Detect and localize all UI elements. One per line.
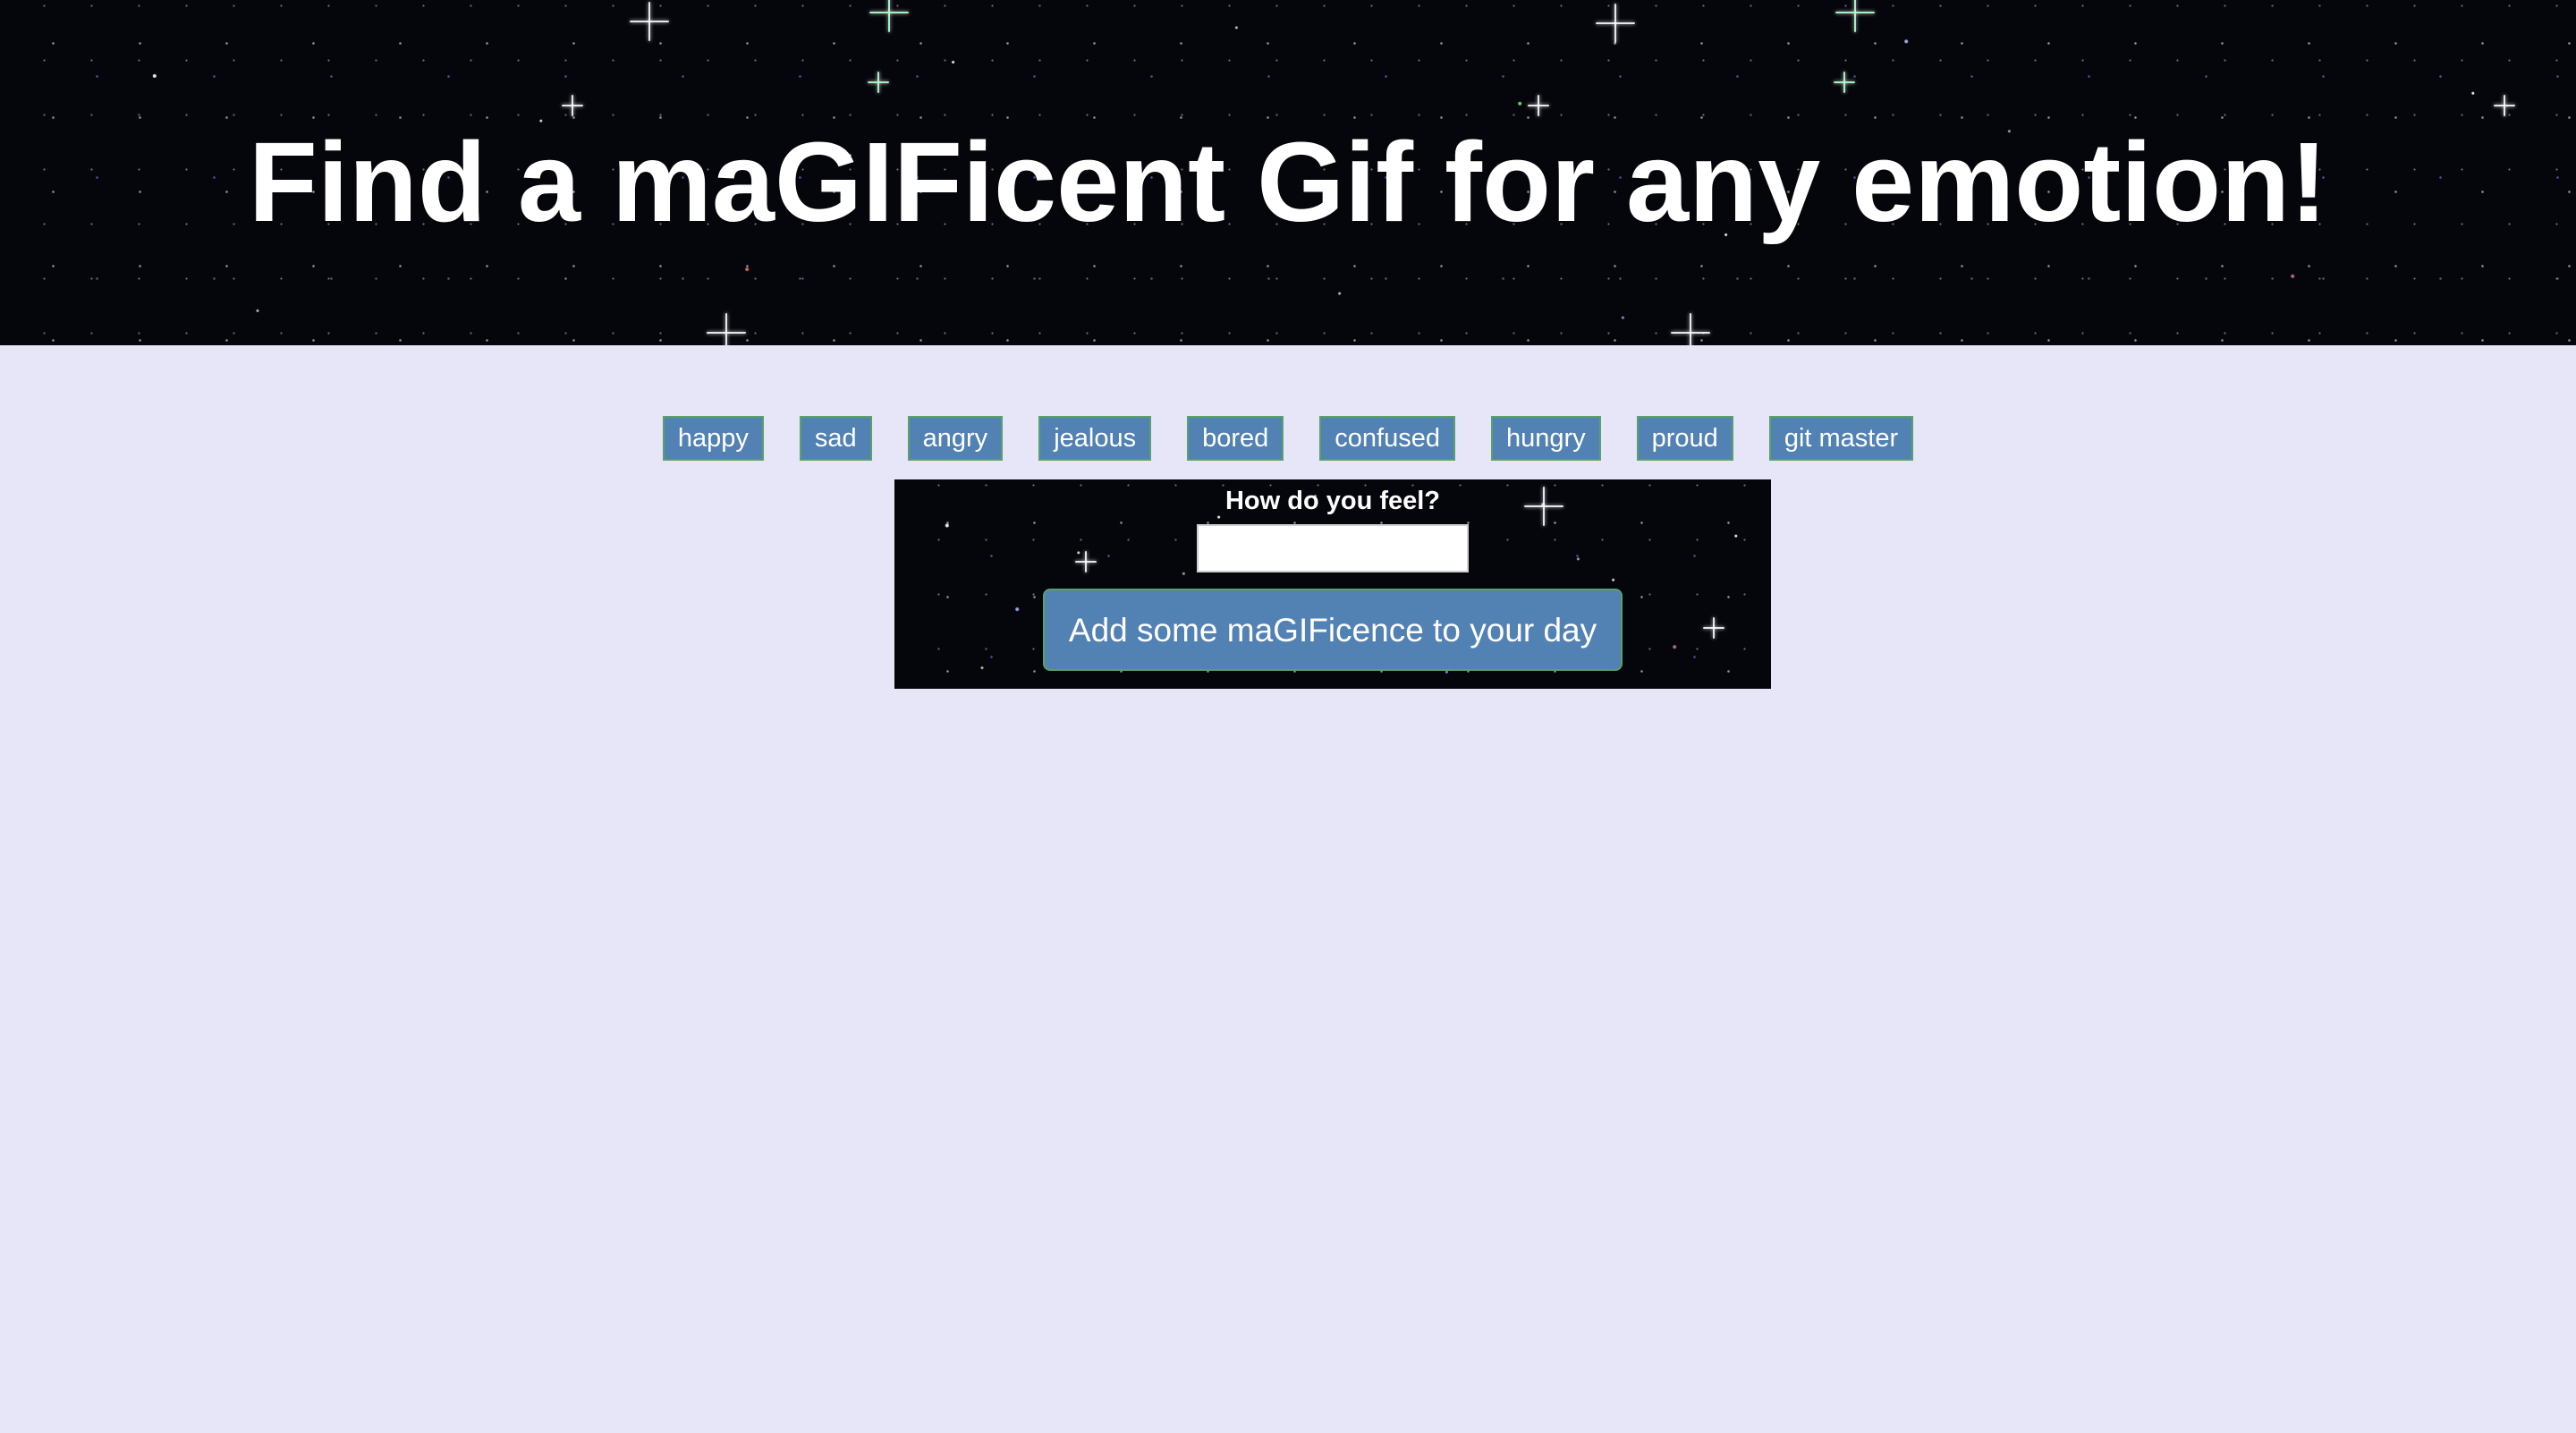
emotion-form: How do you feel? Add some maGIFicence to… (894, 479, 1771, 689)
emotion-button-angry[interactable]: angry (907, 416, 1004, 461)
emotion-button-git-master[interactable]: git master (1768, 416, 1914, 461)
page-title: Find a maGIFicent Gif for any emotion! (248, 119, 2328, 245)
form-label: How do you feel? (1224, 487, 1441, 515)
emotion-button-bored[interactable]: bored (1187, 416, 1284, 461)
emotion-button-confused[interactable]: confused (1319, 416, 1455, 461)
emotion-input[interactable] (1197, 524, 1469, 572)
emotion-button-jealous[interactable]: jealous (1038, 416, 1152, 461)
emotion-button-proud[interactable]: proud (1636, 416, 1733, 461)
emotion-button-happy[interactable]: happy (662, 416, 764, 461)
emotion-button-sad[interactable]: sad (799, 416, 872, 461)
emotion-button-row: happy sad angry jealous bored confused h… (0, 415, 2576, 462)
add-emotion-button[interactable]: Add some maGIFicence to your day (1043, 589, 1623, 671)
hero-banner: Find a maGIFicent Gif for any emotion! (0, 0, 2576, 345)
emotion-button-hungry[interactable]: hungry (1490, 416, 1601, 461)
